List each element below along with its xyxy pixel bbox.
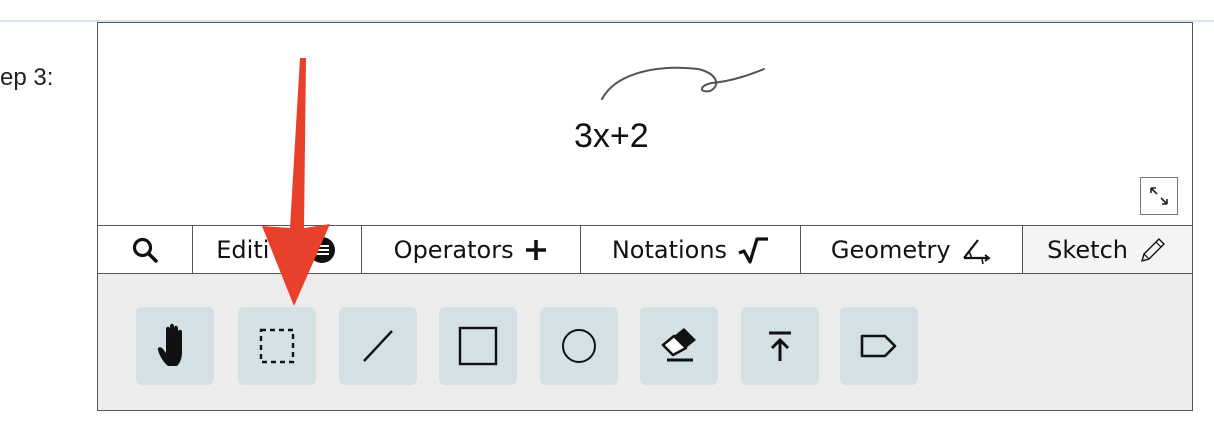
tool-circle[interactable] bbox=[540, 307, 618, 385]
tab-search[interactable] bbox=[98, 226, 193, 273]
tool-select[interactable] bbox=[238, 307, 316, 385]
tool-tag[interactable] bbox=[840, 307, 918, 385]
tool-line[interactable] bbox=[339, 307, 417, 385]
tool-move-to-top[interactable] bbox=[741, 307, 819, 385]
math-expression[interactable]: 3x+2 bbox=[574, 117, 649, 156]
step-label: ep 3: bbox=[0, 64, 54, 91]
eraser-icon bbox=[661, 328, 696, 362]
tab-notations[interactable]: Notations bbox=[580, 226, 802, 273]
top-divider bbox=[0, 0, 1214, 22]
circle-icon bbox=[562, 329, 596, 363]
plus-icon bbox=[525, 239, 546, 260]
tool-eraser[interactable] bbox=[640, 307, 718, 385]
annotation-arrow bbox=[262, 58, 330, 306]
tag-icon bbox=[860, 334, 897, 358]
tab-operators-label: Operators bbox=[393, 235, 514, 264]
hand-icon bbox=[157, 323, 182, 366]
search-icon bbox=[132, 237, 158, 263]
pencil-icon bbox=[1141, 237, 1165, 262]
tab-operators[interactable]: Operators bbox=[361, 226, 581, 273]
tab-notations-label: Notations bbox=[611, 235, 728, 264]
square-icon bbox=[458, 326, 498, 366]
angle-icon bbox=[962, 238, 991, 264]
square-root-icon bbox=[738, 236, 769, 264]
tool-hand[interactable] bbox=[136, 307, 214, 385]
expand-icon bbox=[1150, 187, 1168, 205]
tab-sketch-label: Sketch bbox=[1047, 235, 1128, 264]
tab-geometry-label: Geometry bbox=[830, 235, 951, 264]
dashed-selection-icon bbox=[259, 328, 295, 364]
tool-rectangle[interactable] bbox=[439, 307, 517, 385]
tab-geometry[interactable]: Geometry bbox=[801, 226, 1024, 273]
line-icon bbox=[363, 330, 393, 362]
tab-sketch[interactable]: Sketch bbox=[1023, 226, 1193, 273]
expand-button[interactable] bbox=[1140, 177, 1178, 215]
move-to-top-icon bbox=[769, 331, 791, 361]
